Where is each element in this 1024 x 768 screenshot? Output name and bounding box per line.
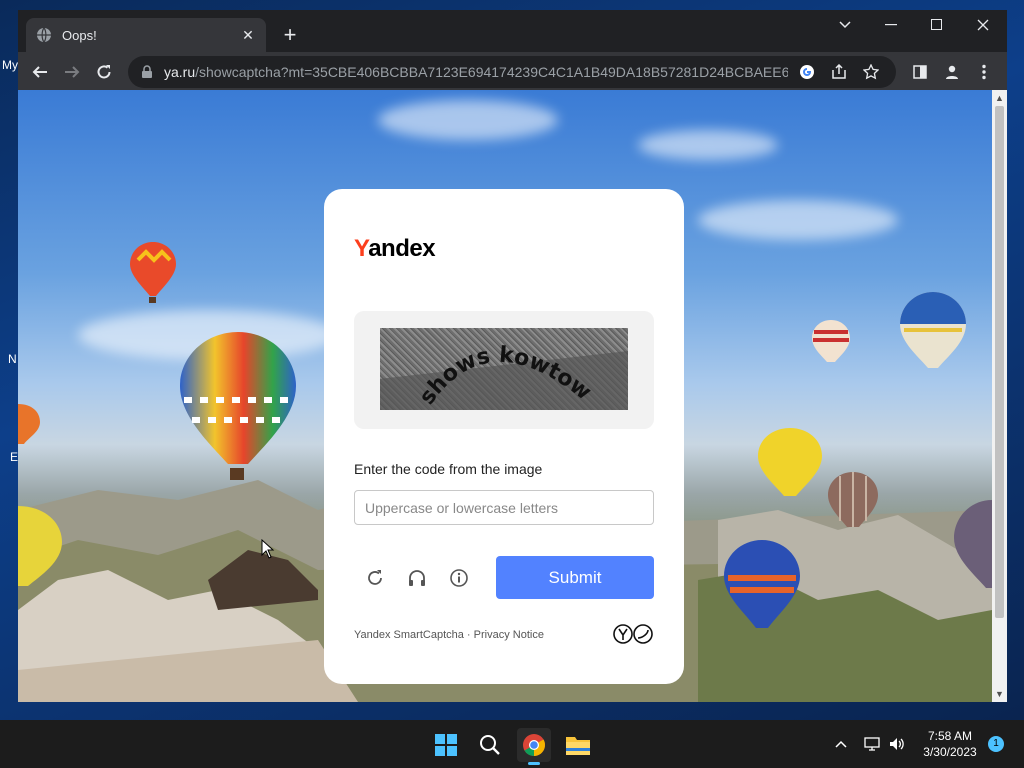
privacy-notice-link[interactable]: Privacy Notice xyxy=(474,629,544,641)
info-icon[interactable] xyxy=(446,565,472,591)
address-bar[interactable]: ya.ru/showcaptcha?mt=35CBE406BCBBA7123E6… xyxy=(128,56,896,88)
logo-text: andex xyxy=(368,235,436,262)
hot-air-balloon xyxy=(828,472,878,527)
yandex-logo: Yandex xyxy=(354,235,436,263)
clock-time: 7:58 AM xyxy=(927,729,973,743)
cloud xyxy=(698,200,898,240)
scroll-up-icon[interactable]: ▲ xyxy=(995,93,1004,103)
hot-air-balloon xyxy=(812,320,850,362)
menu-kebab-icon[interactable] xyxy=(970,58,998,86)
file-explorer-icon[interactable] xyxy=(561,728,595,762)
network-icon[interactable] xyxy=(862,734,884,754)
url-path: /showcaptcha?mt=35CBE406BCBBA7123E694174… xyxy=(195,64,788,80)
side-panel-icon[interactable] xyxy=(906,58,934,86)
windows-start-icon[interactable] xyxy=(429,728,463,762)
search-icon[interactable] xyxy=(473,728,507,762)
captcha-instruction: Enter the code from the image xyxy=(354,461,543,477)
profile-icon[interactable] xyxy=(938,58,966,86)
chevron-up-icon[interactable] xyxy=(830,734,852,754)
mouse-cursor-icon xyxy=(261,539,275,559)
url-text[interactable]: ya.ru/showcaptcha?mt=35CBE406BCBBA7123E6… xyxy=(164,64,788,80)
captcha-answer-input[interactable] xyxy=(354,490,654,525)
maximize-icon[interactable] xyxy=(914,10,960,40)
vertical-scrollbar[interactable]: ▲ ▼ xyxy=(992,90,1007,702)
bookmark-star-icon[interactable] xyxy=(858,59,884,85)
system-clock[interactable]: 7:58 AM 3/30/2023 xyxy=(918,728,982,760)
volume-icon[interactable] xyxy=(886,734,908,754)
back-arrow-icon[interactable] xyxy=(26,58,54,86)
chrome-taskbar-icon[interactable] xyxy=(517,728,551,765)
taskbar: 7:58 AM 3/30/2023 1 xyxy=(0,720,1024,768)
captcha-image: shows kowtow xyxy=(380,328,628,410)
smartcaptcha-logo-icon xyxy=(612,623,654,645)
new-tab-button[interactable]: + xyxy=(276,22,304,50)
lock-icon[interactable] xyxy=(140,65,154,79)
cloud xyxy=(378,100,558,140)
submit-button[interactable]: Submit xyxy=(496,556,654,599)
scrollbar-thumb[interactable] xyxy=(995,106,1004,618)
hot-air-balloon xyxy=(130,242,176,303)
desktop-icon-label[interactable]: My xyxy=(2,58,18,72)
captcha-text-path: shows kowtow xyxy=(415,343,596,410)
hot-air-balloon xyxy=(954,500,992,588)
hot-air-balloon xyxy=(724,540,800,628)
hot-air-balloon xyxy=(900,292,966,368)
globe-icon xyxy=(37,27,51,43)
url-host: ya.ru xyxy=(164,64,196,80)
hot-air-balloon xyxy=(758,428,822,496)
footer-separator: · xyxy=(463,629,474,641)
active-indicator xyxy=(528,762,540,765)
desktop-icon-label[interactable]: N xyxy=(8,352,17,366)
tab-oops[interactable]: Oops! ✕ xyxy=(26,18,266,52)
browser-window: Oops! ✕ + ya.ru/showcaptcha?mt=35CBE406B… xyxy=(18,10,1007,702)
headphones-icon[interactable] xyxy=(404,565,430,591)
tab-close-icon[interactable]: ✕ xyxy=(240,27,256,43)
minimize-icon[interactable] xyxy=(868,10,914,40)
browser-toolbar: ya.ru/showcaptcha?mt=35CBE406BCBBA7123E6… xyxy=(18,52,1007,92)
captcha-card: Yandex shows kowtow Enter the code from … xyxy=(324,189,684,684)
logo-letter-y: Y xyxy=(354,235,369,262)
smartcaptcha-link[interactable]: Yandex SmartCaptcha xyxy=(354,629,464,641)
share-icon[interactable] xyxy=(826,59,852,85)
hot-air-balloon xyxy=(18,506,62,586)
scroll-down-icon[interactable]: ▼ xyxy=(995,689,1004,699)
captcha-text-graphic: shows kowtow xyxy=(415,343,596,410)
close-window-icon[interactable] xyxy=(960,10,1006,40)
hot-air-balloon xyxy=(180,332,296,480)
reload-icon[interactable] xyxy=(90,58,118,86)
google-lens-icon[interactable] xyxy=(794,59,820,85)
desktop-icon-label[interactable]: E xyxy=(10,450,18,464)
tab-title: Oops! xyxy=(62,27,97,43)
captcha-text: shows kowtow xyxy=(415,343,596,410)
cloud xyxy=(638,130,778,160)
tab-strip: Oops! ✕ + xyxy=(18,10,1007,52)
captcha-footer: Yandex SmartCaptcha · Privacy Notice xyxy=(354,629,544,641)
hot-air-balloon xyxy=(18,404,40,444)
page-viewport: Yandex shows kowtow Enter the code from … xyxy=(18,90,992,702)
forward-arrow-icon[interactable] xyxy=(58,58,86,86)
clock-date: 3/30/2023 xyxy=(923,745,977,759)
captcha-image-container: shows kowtow xyxy=(354,311,654,429)
refresh-icon[interactable] xyxy=(362,565,388,591)
notification-badge[interactable]: 1 xyxy=(988,736,1004,752)
tab-search-chevron-icon[interactable] xyxy=(822,10,868,40)
